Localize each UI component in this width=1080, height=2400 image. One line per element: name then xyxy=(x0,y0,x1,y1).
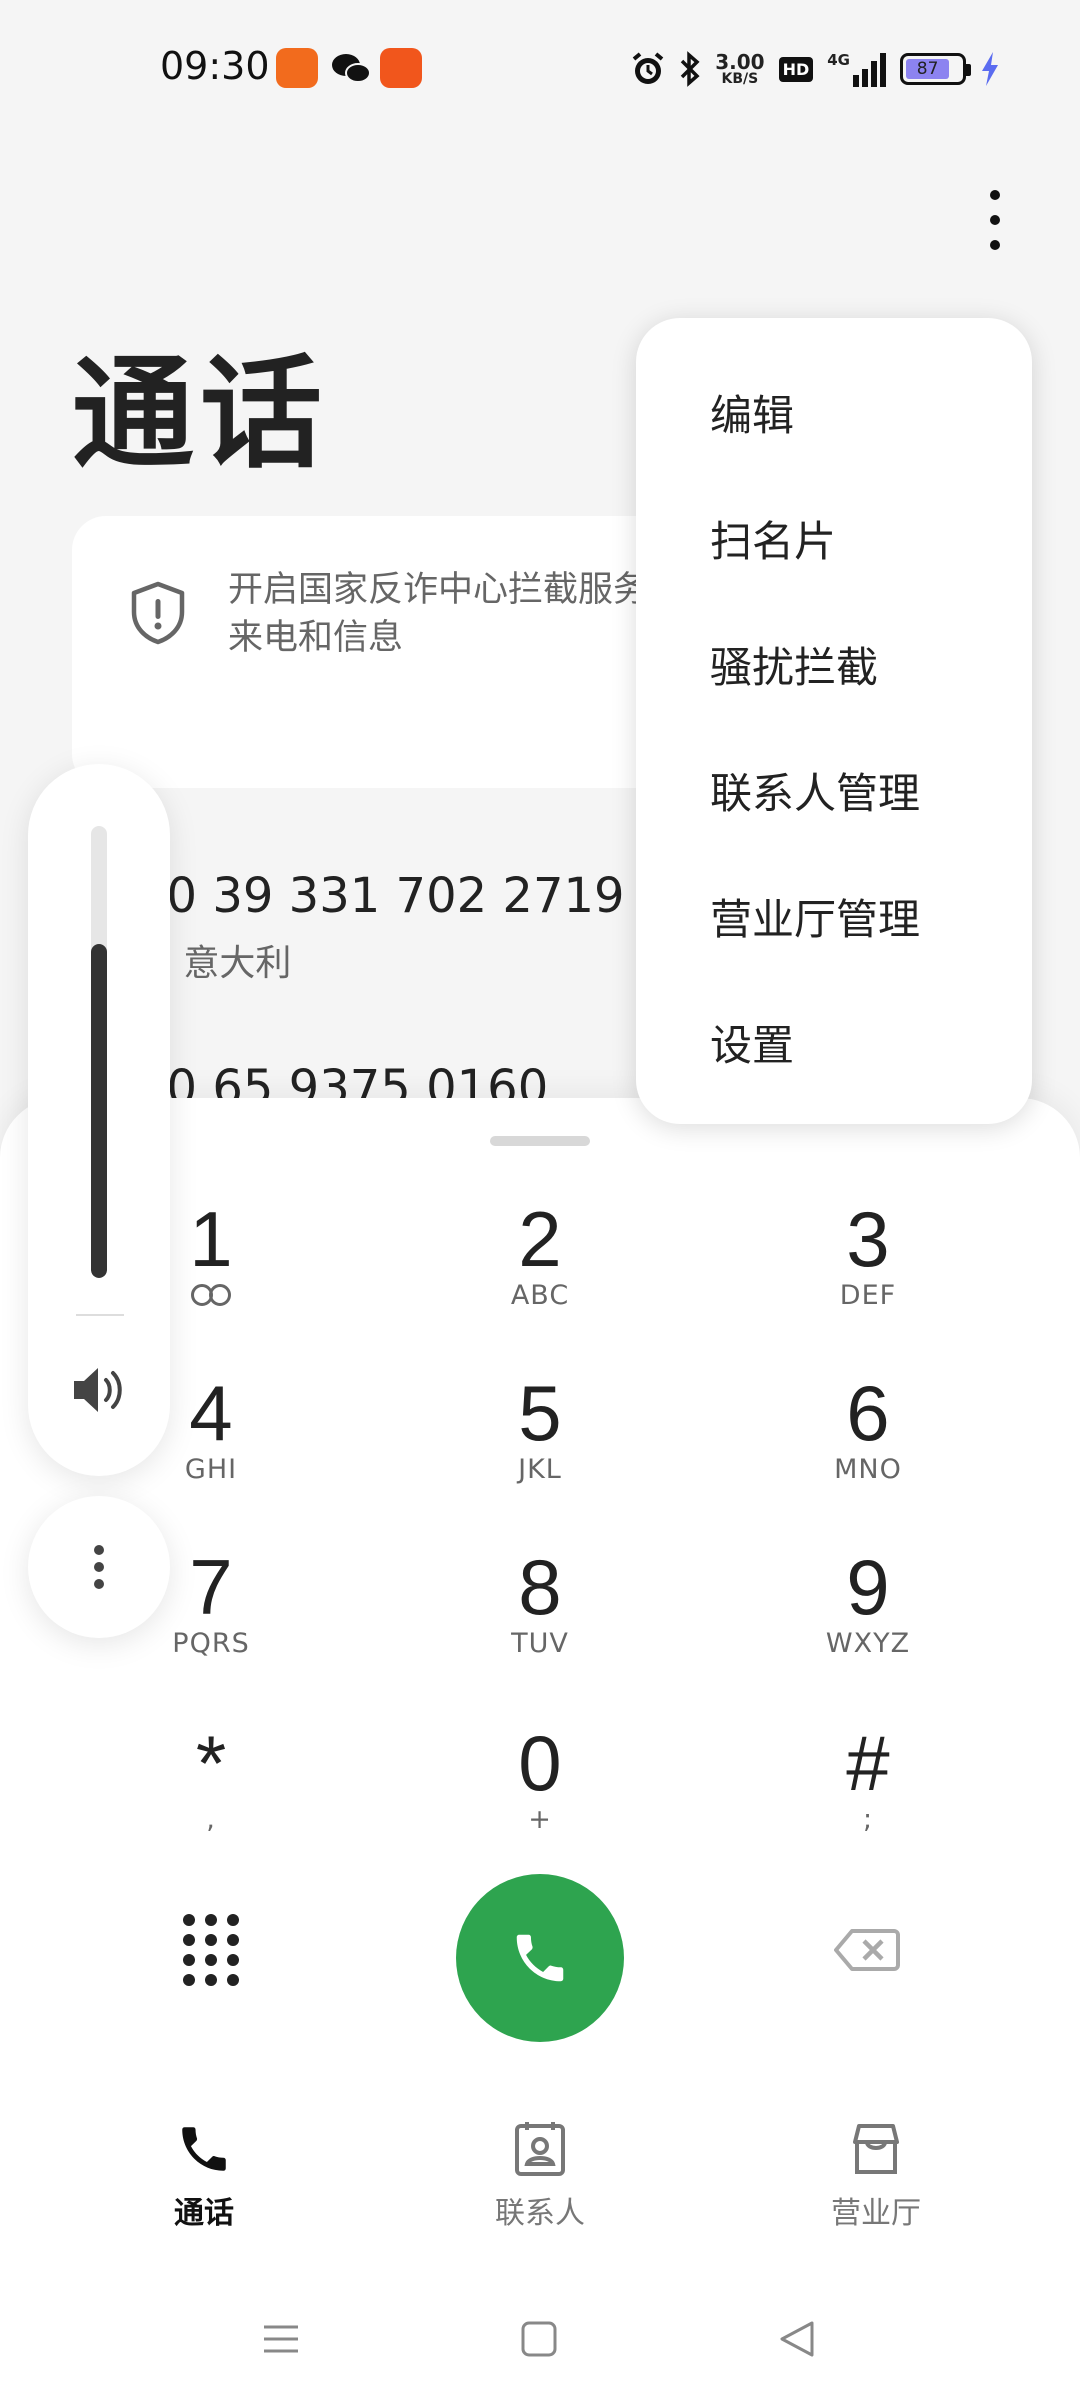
menu-item-store-manage[interactable]: 营业厅管理 xyxy=(710,886,920,947)
key-digit: 8 xyxy=(518,1543,562,1631)
sheet-drag-handle[interactable] xyxy=(490,1136,590,1146)
call-location: 意大利 xyxy=(183,943,292,984)
anti-fraud-text: 开启国家反诈中心拦截服务 来电和信息 xyxy=(228,570,649,658)
dot xyxy=(94,1579,104,1589)
key-6[interactable]: 6 MNO xyxy=(768,1374,968,1524)
call-number: 00 39 331 702 2719 xyxy=(136,868,625,924)
menu-item-contact-manage[interactable]: 联系人管理 xyxy=(710,760,920,821)
speed-unit: KB/S xyxy=(721,71,759,87)
divider xyxy=(76,1314,124,1316)
key-hash[interactable]: # ; xyxy=(768,1724,968,1874)
tab-store[interactable]: 营业厅 xyxy=(786,2120,966,2232)
key-5[interactable]: 5 JKL xyxy=(440,1374,640,1524)
key-digit: 0 xyxy=(518,1719,562,1807)
dot xyxy=(990,215,1000,225)
tab-label: 联系人 xyxy=(495,2196,585,2231)
key-letters: JKL xyxy=(518,1454,562,1485)
kuaishou-icon xyxy=(380,48,422,88)
key-digit: 2 xyxy=(518,1195,562,1283)
menu-item-settings[interactable]: 设置 xyxy=(710,1012,794,1073)
charging-icon xyxy=(982,52,998,86)
key-digit: 5 xyxy=(518,1369,562,1457)
key-letters: ; xyxy=(862,1804,874,1835)
status-bar: 09:30 3.00 KB/S HD 4G 87 xyxy=(0,0,1080,140)
notification-app-icon xyxy=(276,48,318,88)
key-star[interactable]: * , xyxy=(111,1724,311,1874)
battery-icon: 87 xyxy=(900,53,971,85)
back-nav-icon[interactable] xyxy=(778,2320,816,2358)
tab-label: 营业厅 xyxy=(831,2196,921,2231)
key-letters: DEF xyxy=(839,1280,897,1311)
alarm-icon xyxy=(632,52,664,84)
overflow-menu: 编辑 扫名片 骚扰拦截 联系人管理 营业厅管理 设置 xyxy=(636,318,1032,1124)
key-letters: MNO xyxy=(834,1454,902,1485)
key-letters: + xyxy=(528,1804,552,1835)
page-title: 通话 xyxy=(72,343,328,485)
key-digit: 6 xyxy=(846,1369,890,1457)
key-3[interactable]: 3 DEF xyxy=(768,1200,968,1350)
key-digit: # xyxy=(846,1719,890,1807)
phone-icon xyxy=(182,2127,226,2171)
bluetooth-icon xyxy=(680,51,700,87)
menu-nav-icon[interactable] xyxy=(262,2320,300,2358)
key-digit: * xyxy=(195,1719,227,1807)
network-type: 4G xyxy=(827,51,850,69)
key-letters: , xyxy=(206,1804,216,1835)
key-letters: TUV xyxy=(511,1628,569,1659)
store-icon xyxy=(853,2124,899,2174)
dot xyxy=(990,240,1000,250)
tab-calls[interactable]: 通话 xyxy=(114,2120,294,2232)
volume-slider-fill xyxy=(91,943,107,1278)
network-speed: 3.00 KB/S xyxy=(715,52,764,86)
dialpad-grid-icon[interactable] xyxy=(181,1914,241,1986)
shield-icon xyxy=(131,581,185,645)
key-letters: ABC xyxy=(510,1280,570,1311)
key-letters: PQRS xyxy=(172,1628,250,1659)
more-options-button[interactable] xyxy=(980,190,1010,250)
wechat-icon xyxy=(330,48,372,88)
key-digit: 9 xyxy=(846,1543,890,1631)
menu-item-edit[interactable]: 编辑 xyxy=(710,382,794,443)
contacts-icon xyxy=(515,2122,565,2176)
dot xyxy=(94,1562,104,1572)
key-0[interactable]: 0 + xyxy=(440,1724,640,1874)
key-digit: 3 xyxy=(846,1195,890,1283)
voicemail-icon xyxy=(189,1284,233,1306)
home-nav-icon[interactable] xyxy=(520,2320,558,2358)
tab-contacts[interactable]: 联系人 xyxy=(450,2120,630,2232)
key-2[interactable]: 2 ABC xyxy=(440,1200,640,1350)
key-8[interactable]: 8 TUV xyxy=(440,1548,640,1698)
dot xyxy=(94,1545,104,1555)
status-time: 09:30 xyxy=(160,44,270,88)
dot xyxy=(990,190,1000,200)
tab-label: 通话 xyxy=(174,2196,234,2231)
phone-icon xyxy=(516,1934,564,1982)
volume-more-button[interactable] xyxy=(28,1496,170,1638)
hd-badge: HD xyxy=(778,56,814,82)
speed-value: 3.00 xyxy=(715,50,765,74)
key-letters: WXYZ xyxy=(825,1628,911,1659)
call-button[interactable] xyxy=(456,1874,624,2042)
key-9[interactable]: 9 WXYZ xyxy=(768,1548,968,1698)
volume-slider[interactable] xyxy=(91,826,107,1278)
menu-item-block-spam[interactable]: 骚扰拦截 xyxy=(710,634,878,695)
status-icons: 3.00 KB/S HD 4G 87 xyxy=(631,44,1000,94)
menu-item-scan-card[interactable]: 扫名片 xyxy=(710,508,836,569)
speaker-icon[interactable] xyxy=(70,1362,128,1418)
phone-screen: 09:30 3.00 KB/S HD 4G 87 通话 开启国家反诈中心拦截服务… xyxy=(0,0,1080,2400)
battery-level: 87 xyxy=(906,59,950,79)
volume-panel xyxy=(28,764,170,1476)
signal-4g: 4G xyxy=(827,51,886,87)
bottom-tab-bar: 通话 联系人 营业厅 xyxy=(0,2120,1080,2250)
backspace-icon[interactable] xyxy=(834,1928,900,1972)
system-nav-bar xyxy=(0,2300,1080,2400)
